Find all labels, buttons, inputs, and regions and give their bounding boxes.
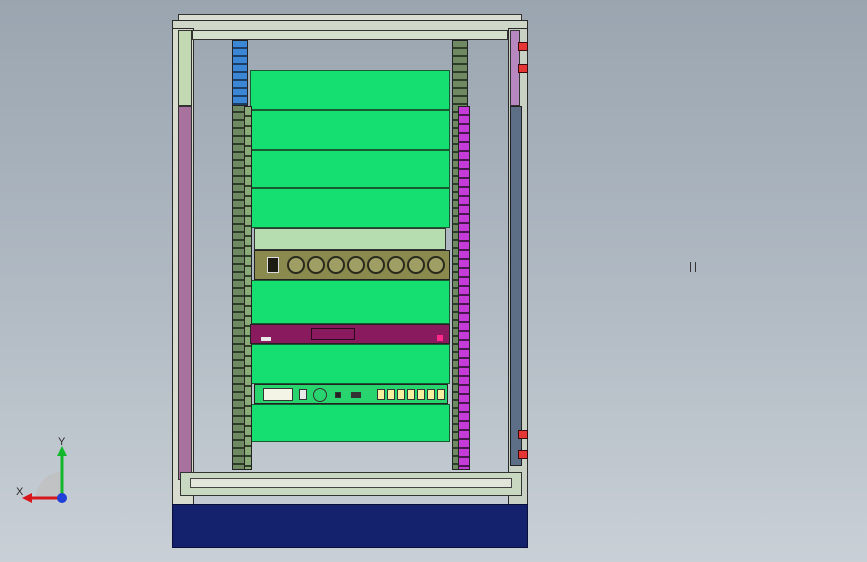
blank-panel[interactable] (250, 70, 450, 110)
blank-panel[interactable] (250, 110, 450, 150)
display-window (311, 328, 355, 340)
blank-panel[interactable] (250, 280, 450, 324)
y-axis-label: Y (58, 436, 66, 448)
rear-top-rail (192, 30, 508, 40)
pdu-socket (307, 256, 325, 274)
bracket-marker-icon (690, 262, 696, 272)
pdu-socket (427, 256, 445, 274)
ups-fan-icon (313, 388, 327, 402)
blank-panel[interactable] (250, 404, 450, 442)
door-hinge-clip[interactable] (518, 430, 528, 439)
cabinet-base-plinth (172, 504, 528, 548)
pdu-strip[interactable] (254, 250, 450, 280)
pdu-socket (287, 256, 305, 274)
purple-rack-unit[interactable] (250, 324, 450, 344)
pdu-socket (407, 256, 425, 274)
pdu-socket (387, 256, 405, 274)
left-side-upper-panel (178, 30, 192, 106)
ups-port (299, 389, 307, 400)
front-rail-left-blue-segment (232, 40, 248, 106)
ups-outlet (377, 389, 385, 400)
ups-outlet (417, 389, 425, 400)
axis-triad: Y X (14, 436, 74, 510)
door-hinge-clip[interactable] (518, 450, 528, 459)
rack-shelf-1u[interactable] (254, 228, 446, 250)
blank-panel[interactable] (250, 344, 450, 384)
ups-outlet (387, 389, 395, 400)
power-button[interactable] (261, 337, 271, 341)
ups-display (263, 388, 293, 401)
ups-outlet (407, 389, 415, 400)
blank-panel[interactable] (250, 150, 450, 188)
ups-outlet (437, 389, 445, 400)
door-hinge-clip[interactable] (518, 64, 528, 73)
right-side-dark-panel (510, 106, 522, 466)
ups-unit[interactable] (254, 384, 448, 404)
door-hinge-clip[interactable] (518, 42, 528, 51)
left-side-purple-panel (178, 106, 192, 480)
blank-panel[interactable] (250, 188, 450, 228)
status-led (437, 335, 443, 341)
pdu-switch[interactable] (267, 257, 279, 273)
ups-port (351, 392, 361, 398)
front-rail-left-inner (244, 106, 252, 470)
bottom-rail-inner (190, 478, 512, 488)
ups-outlet (427, 389, 435, 400)
pdu-socket (347, 256, 365, 274)
axis-triad-icon (22, 446, 67, 503)
ups-port (335, 392, 341, 398)
front-rail-right-pink-segment (458, 106, 470, 470)
pdu-socket (327, 256, 345, 274)
ups-outlet (397, 389, 405, 400)
pdu-socket (367, 256, 385, 274)
x-axis-label: X (16, 486, 24, 498)
